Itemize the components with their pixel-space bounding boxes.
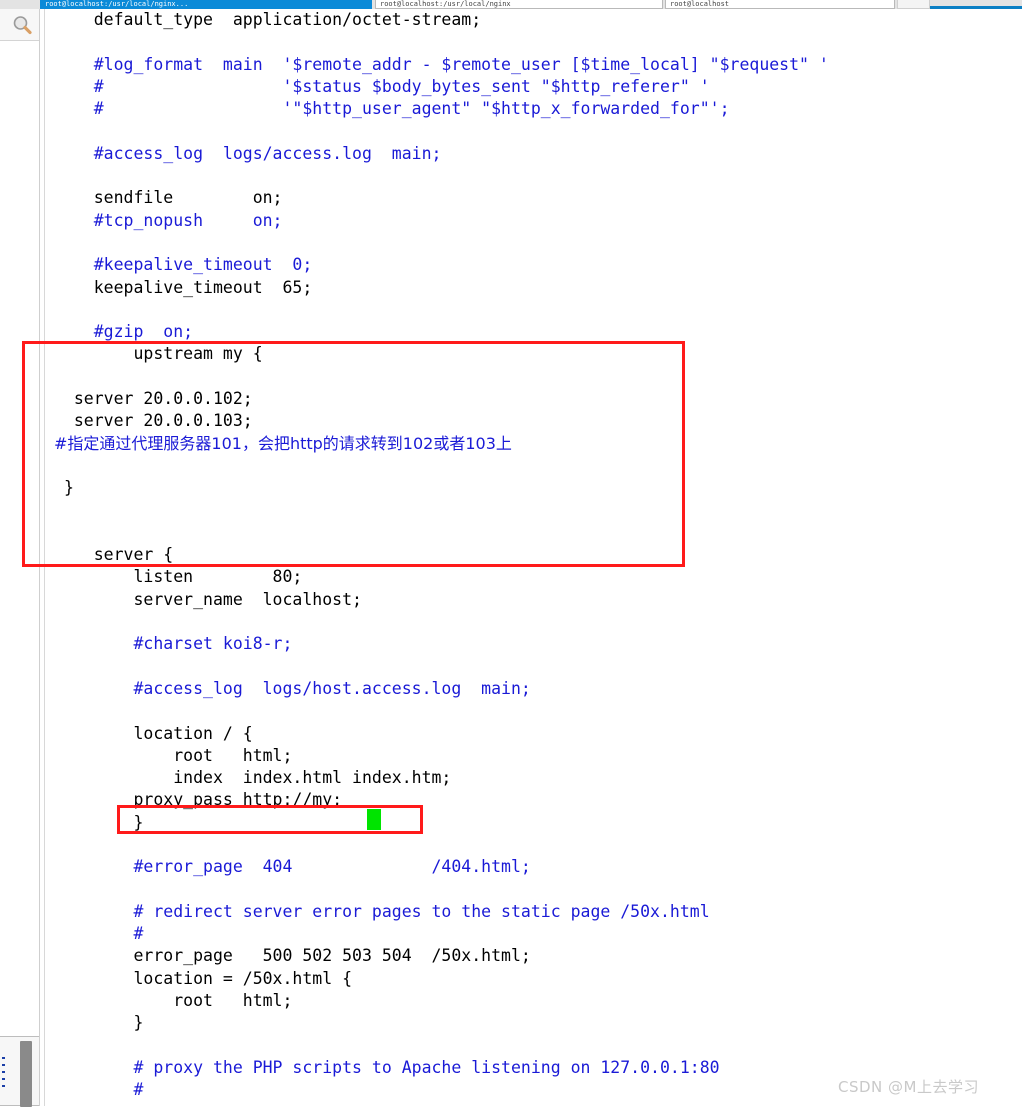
terminal-window: root@localhost:/usr/local/nginx... root@… [0,0,1022,1107]
editor-gutter [40,9,54,1106]
left-sidebar [0,9,40,1107]
sidebar-search-cell[interactable] [0,9,39,41]
tab-strip: root@localhost:/usr/local/nginx... root@… [0,0,1022,9]
tab-3[interactable] [897,0,930,9]
config-file-contents[interactable]: default_type application/octet-stream; #… [54,9,1004,1102]
tab-1[interactable]: root@localhost:/usr/local/nginx [375,0,663,9]
watermark: CSDN @M上去学习 [838,1078,979,1096]
gutter-divider [44,9,45,1106]
search-icon[interactable] [12,15,32,35]
tab-2[interactable]: root@localhost [665,0,895,9]
code-editor[interactable]: default_type application/octet-stream; #… [54,9,1004,1106]
text-cursor [367,809,381,830]
sidebar-scrollbar-thumb[interactable] [20,1041,32,1107]
tab-0[interactable]: root@localhost:/usr/local/nginx... [40,0,372,9]
sidebar-empty-area [0,41,39,1036]
sidebar-vertical-tab-label [1,1052,9,1092]
